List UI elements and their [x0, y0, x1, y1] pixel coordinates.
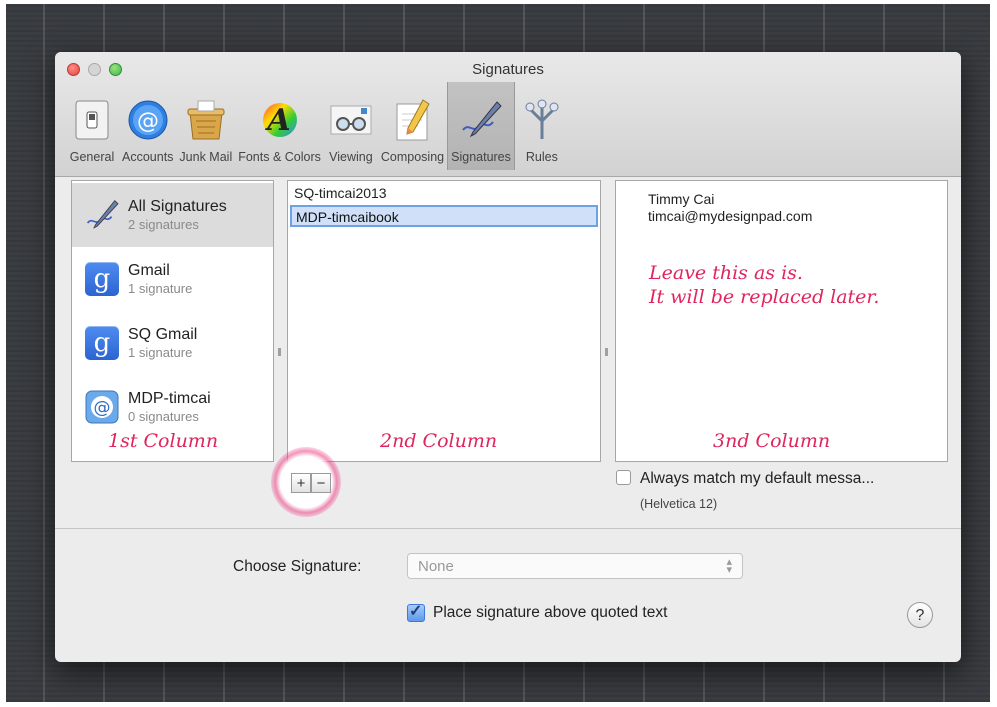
place-above-option: ✓ Place signature above quoted text	[407, 603, 668, 622]
toolbar-rules[interactable]: Rules	[515, 82, 569, 170]
account-name: Gmail	[128, 262, 170, 279]
font-note: (Helvetica 12)	[640, 497, 718, 511]
account-count: 0 signatures	[128, 409, 199, 424]
col2-annotation: 2nd Column	[380, 430, 498, 452]
accounts-list: All Signatures 2 signatures g Gmail 1 si…	[71, 180, 274, 462]
signature-preview[interactable]: Timmy Cai timcai@mydesignpad.com Leave t…	[615, 180, 948, 462]
signatures-list: SQ-timcai2013 MDP-timcaibook 2nd Column	[287, 180, 601, 462]
account-gmail[interactable]: g Gmail 1 signature	[72, 247, 273, 311]
toolbar-label: General	[69, 150, 115, 164]
svg-text:A: A	[264, 103, 290, 138]
account-count: 1 signature	[128, 345, 193, 360]
note-line: It will be replaced later.	[649, 286, 880, 308]
always-match-label: Always match my default messa...	[640, 470, 875, 487]
mail-at-icon: @	[82, 387, 122, 427]
signature-pen-icon	[457, 96, 505, 144]
at-sign-icon: @	[124, 96, 172, 144]
column-resize-handle[interactable]	[605, 348, 608, 356]
preview-name: Timmy Cai	[648, 191, 715, 207]
account-name: All Signatures	[128, 198, 227, 215]
account-sq-gmail[interactable]: g SQ Gmail 1 signature	[72, 311, 273, 375]
font-color-icon: A	[256, 96, 304, 144]
signature-pen-icon	[82, 195, 122, 235]
signatures-preferences-window: Signatures General @ Accounts Junk Mail	[55, 52, 961, 662]
switch-icon	[68, 96, 116, 144]
toolbar-label: Viewing	[329, 150, 373, 164]
svg-text:@: @	[94, 398, 111, 418]
toolbar-accounts[interactable]: @ Accounts	[119, 82, 176, 170]
note-line: Leave this as is.	[649, 262, 803, 284]
toolbar-label: Rules	[525, 150, 558, 164]
toolbar-junk-mail[interactable]: Junk Mail	[176, 82, 235, 170]
toolbar-label: Junk Mail	[179, 150, 233, 164]
account-name: SQ Gmail	[128, 326, 198, 343]
toolbar-label: Accounts	[122, 150, 174, 164]
remove-signature-button[interactable]: −	[311, 473, 331, 493]
toolbar-label: Fonts & Colors	[238, 150, 321, 164]
account-count: 1 signature	[128, 281, 193, 296]
toolbar-composing[interactable]: Composing	[378, 82, 447, 170]
toolbar-signatures[interactable]: Signatures	[447, 82, 515, 170]
choose-signature-label: Choose Signature:	[233, 558, 362, 575]
preview-email: timcai@mydesignpad.com	[648, 208, 813, 224]
account-count: 2 signatures	[128, 217, 199, 232]
column-resize-handle[interactable]	[278, 348, 281, 356]
toolbar-label: Composing	[380, 150, 445, 164]
place-above-label: Place signature above quoted text	[433, 604, 668, 621]
account-all-signatures[interactable]: All Signatures 2 signatures	[72, 183, 273, 247]
always-match-checkbox[interactable]	[616, 470, 631, 485]
toolbar-fonts-colors[interactable]: A Fonts & Colors	[235, 82, 324, 170]
glasses-icon	[327, 96, 375, 144]
trash-bin-icon	[182, 96, 230, 144]
choose-signature-select[interactable]: None ▴ ▾	[407, 553, 743, 579]
always-match-option: Always match my default messa... (Helvet…	[616, 470, 874, 511]
signature-item[interactable]: SQ-timcai2013	[290, 183, 598, 205]
signature-item-selected[interactable]: MDP-timcaibook	[290, 205, 598, 227]
preferences-toolbar: General @ Accounts Junk Mail A Fonts & C…	[65, 82, 569, 174]
select-value: None	[418, 558, 454, 575]
col3-annotation: 3nd Column	[713, 430, 831, 452]
place-above-checkbox[interactable]: ✓	[407, 603, 425, 622]
updown-arrows-icon: ▴ ▾	[726, 556, 732, 576]
col1-annotation: 1st Column	[108, 430, 219, 452]
pencil-paper-icon	[389, 96, 437, 144]
title-bar: Signatures General @ Accounts Junk Mail	[55, 52, 961, 177]
help-button[interactable]: ?	[907, 602, 933, 628]
google-icon: g	[82, 323, 122, 363]
account-name: MDP-timcai	[128, 390, 211, 407]
toolbar-general[interactable]: General	[65, 82, 119, 170]
add-remove-buttons: + −	[291, 473, 331, 493]
checkmark-icon: ✓	[409, 603, 423, 620]
window-title: Signatures	[472, 61, 544, 78]
google-icon: g	[82, 259, 122, 299]
toolbar-label: Signatures	[451, 150, 511, 164]
note-annotation: Leave this as is. It will be replaced la…	[649, 261, 879, 309]
add-signature-button[interactable]: +	[291, 473, 311, 493]
toolbar-viewing[interactable]: Viewing	[324, 82, 378, 170]
divider	[55, 528, 961, 529]
svg-text:@: @	[137, 109, 159, 134]
rules-icon	[518, 96, 566, 144]
